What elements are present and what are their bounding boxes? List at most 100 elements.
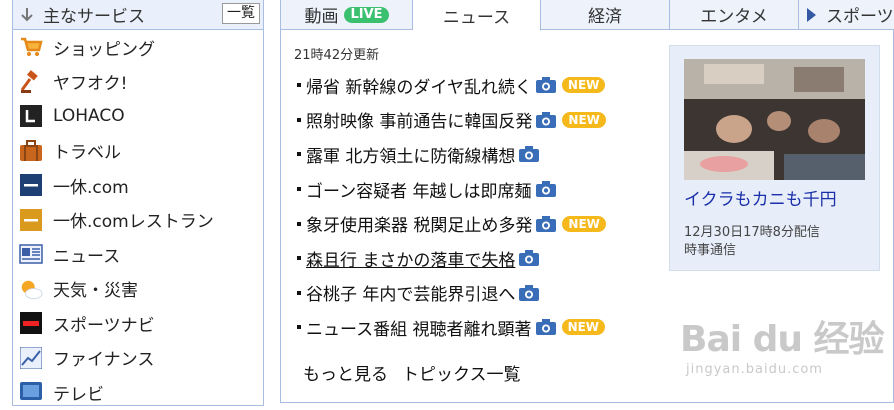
- service-list-button[interactable]: 一覧: [222, 3, 260, 24]
- news-item[interactable]: 谷桃子 年内で芸能界引退へ: [297, 276, 606, 311]
- news-list: 帰省 新幹線のダイヤ乱れ続く NEW 照射映像 事前通告に韓国反発 NEW 露軍…: [297, 68, 606, 345]
- tab-entertainment[interactable]: エンタメ: [670, 0, 799, 30]
- new-badge: NEW: [561, 319, 606, 336]
- sidebar-item-travel[interactable]: トラベル: [13, 134, 263, 169]
- sidebar-item-label: 一休.comレストラン: [53, 212, 214, 233]
- sidebar-item-label: トラベル: [53, 143, 121, 164]
- sidebar-item-sportsnavi[interactable]: スポーツナビ: [13, 306, 263, 341]
- suitcase-icon: [19, 139, 43, 163]
- camera-icon: [535, 181, 556, 198]
- sidebar-item-label: ショッピング: [53, 39, 155, 60]
- bullet: [297, 83, 301, 88]
- sidebar-item-auction[interactable]: ヤフオク!: [13, 65, 263, 100]
- news-item[interactable]: 帰省 新幹線のダイヤ乱れ続く NEW: [297, 68, 606, 103]
- services-sidebar: 主なサービス 一覧 ショッピング ヤフオク! LOHACO トラベル 一休.co…: [12, 0, 264, 406]
- featured-title[interactable]: イクラもカニも千円: [684, 185, 837, 210]
- news-tabs: 動画 LIVE ニュース 経済 エンタメ スポーツ: [280, 0, 894, 31]
- topics-list-link[interactable]: トピックス一覧: [402, 360, 521, 385]
- news-title[interactable]: 帰省 新幹線のダイヤ乱れ続く: [306, 73, 532, 98]
- news-title[interactable]: ニュース番組 視聴者離れ顕著: [306, 315, 532, 340]
- bullet: [297, 187, 301, 192]
- bullet: [297, 256, 301, 261]
- sidebar-item-lohaco[interactable]: LOHACO: [13, 99, 263, 134]
- tab-label: 動画: [304, 7, 339, 27]
- tab-label: ニュース: [442, 7, 511, 28]
- camera-icon: [519, 284, 540, 301]
- sportsnavi-icon: [19, 311, 43, 335]
- tab-label: エンタメ: [700, 7, 768, 27]
- sidebar-item-finance[interactable]: ファイナンス: [13, 341, 263, 376]
- tab-label: スポーツ: [826, 7, 894, 27]
- news-item[interactable]: ニュース番組 視聴者離れ顕著 NEW: [297, 310, 606, 345]
- camera-icon: [519, 250, 540, 267]
- ikyu-restaurant-icon: [19, 208, 43, 232]
- camera-icon: [535, 77, 556, 94]
- sidebar-item-label: 一休.com: [53, 177, 129, 198]
- news-item[interactable]: 照射映像 事前通告に韓国反発 NEW: [297, 103, 606, 138]
- finance-chart-icon: [19, 346, 43, 370]
- sidebar-item-ikyu-restaurant[interactable]: 一休.comレストラン: [13, 203, 263, 238]
- featured-source: 時事通信: [684, 243, 737, 258]
- news-item[interactable]: 象牙使用楽器 税関足止め多発 NEW: [297, 206, 606, 241]
- sidebar-item-label: 天気・災害: [53, 281, 138, 302]
- bullet: [297, 117, 301, 122]
- bullet: [297, 325, 301, 330]
- tab-label: 経済: [588, 7, 622, 27]
- camera-icon: [536, 111, 557, 128]
- weather-icon: [19, 277, 43, 301]
- auction-hammer-icon: [19, 69, 43, 94]
- tab-news[interactable]: ニュース: [413, 0, 541, 31]
- tab-video[interactable]: 動画 LIVE: [281, 0, 413, 30]
- live-badge: LIVE: [344, 6, 389, 23]
- shopping-cart-icon: [19, 35, 43, 59]
- featured-topic[interactable]: イクラもカニも千円 12月30日17時8分配信 時事通信: [669, 45, 880, 271]
- news-item[interactable]: ゴーン容疑者 年越しは即席麺: [297, 172, 606, 207]
- featured-photo[interactable]: [684, 59, 865, 180]
- news-title[interactable]: 谷桃子 年内で芸能界引退へ: [306, 280, 515, 305]
- baidu-watermark: Bai du 经验 jingyan.baidu.com: [680, 310, 885, 377]
- news-item[interactable]: 露軍 北方領土に防衛線構想: [297, 137, 606, 172]
- new-badge: NEW: [562, 215, 606, 232]
- updated-time: 21時42分更新: [294, 48, 380, 63]
- more-links: もっと見る トピックス一覧: [303, 360, 521, 385]
- scroll-right-icon[interactable]: [807, 7, 816, 22]
- featured-date: 12月30日17時8分配信: [684, 225, 820, 240]
- sidebar-title: 主なサービス: [43, 7, 145, 27]
- new-badge: NEW: [561, 77, 606, 94]
- sidebar-item-shopping[interactable]: ショッピング: [13, 30, 263, 65]
- news-title[interactable]: 照射映像 事前通告に韓国反発: [306, 107, 532, 132]
- ikyu-icon: [19, 173, 43, 197]
- bullet: [297, 221, 301, 226]
- arrow-down-icon: [20, 7, 34, 22]
- bullet: [297, 290, 301, 295]
- sidebar-item-label: テレビ: [53, 384, 104, 405]
- sidebar-item-label: ヤフオク!: [53, 74, 128, 95]
- more-link[interactable]: もっと見る: [303, 360, 388, 385]
- camera-icon: [519, 146, 540, 163]
- news-title[interactable]: 象牙使用楽器 税関足止め多発: [306, 211, 532, 236]
- sidebar-item-label: ニュース: [53, 246, 121, 267]
- sidebar-item-weather[interactable]: 天気・災害: [13, 272, 263, 307]
- sidebar-item-news[interactable]: ニュース: [13, 237, 263, 272]
- news-item[interactable]: 森且行 まさかの落車で失格: [297, 241, 606, 276]
- watermark-sub: jingyan.baidu.com: [686, 362, 823, 377]
- sidebar-item-label: LOHACO: [53, 106, 125, 127]
- tab-sports[interactable]: スポーツ: [799, 0, 894, 30]
- camera-icon: [535, 319, 556, 336]
- watermark-main: Bai du 经验: [680, 319, 885, 360]
- news-title[interactable]: ゴーン容疑者 年越しは即席麺: [306, 177, 532, 202]
- lohaco-icon: [19, 104, 43, 128]
- news-title-link[interactable]: 森且行 まさかの落車で失格: [306, 246, 515, 271]
- tab-economy[interactable]: 経済: [541, 0, 670, 30]
- news-title[interactable]: 露軍 北方領土に防衛線構想: [306, 142, 515, 167]
- camera-icon: [536, 215, 557, 232]
- new-badge: NEW: [562, 111, 606, 128]
- tv-icon: [19, 380, 43, 404]
- sidebar-item-ikyu[interactable]: 一休.com: [13, 168, 263, 203]
- sidebar-item-tv[interactable]: テレビ: [13, 375, 263, 410]
- sidebar-item-label: スポーツナビ: [53, 315, 155, 336]
- news-icon: [19, 242, 43, 266]
- bullet: [297, 152, 301, 157]
- sidebar-header: 主なサービス 一覧: [13, 0, 263, 30]
- sidebar-item-label: ファイナンス: [53, 350, 155, 371]
